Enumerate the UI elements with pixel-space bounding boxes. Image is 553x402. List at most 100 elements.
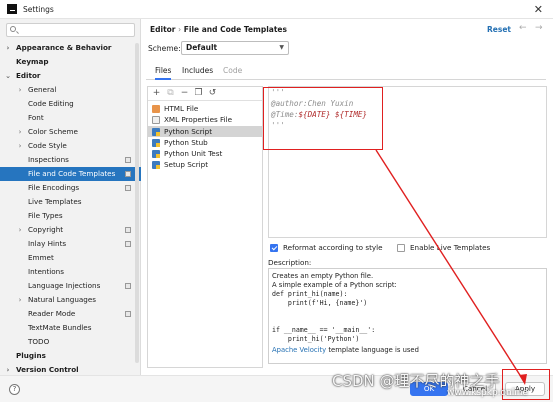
sidebar-item-label: File and Code Templates [28,169,116,178]
sidebar-item-label: Copyright [28,225,64,234]
sidebar-item[interactable]: File and Code Templates [0,167,141,181]
sidebar-item-label: Inspections [28,155,69,164]
chevron-down-icon: ▼ [279,44,284,51]
template-label: Python Script [164,126,213,136]
add-template-icon[interactable]: + [151,88,162,99]
project-scope-icon [125,185,131,191]
reset-template-icon[interactable]: ↺ [207,88,218,99]
sidebar-item[interactable]: File Types [0,209,141,223]
sidebar-item-label: Inlay Hints [28,239,67,248]
sidebar-item[interactable]: › Appearance & Behavior [0,41,141,55]
project-scope-icon [125,283,131,289]
chevron-right-icon[interactable]: › [4,41,12,55]
annotation-box-apply [502,369,550,400]
sidebar-item-label: Color Scheme [28,127,78,136]
sidebar-item[interactable]: › Natural Languages [0,293,141,307]
sidebar-item-label: Intentions [28,267,64,276]
sidebar-item-label: Code Editing [28,99,74,108]
sidebar-item[interactable]: Inspections [0,153,141,167]
sidebar-item-label: General [28,85,57,94]
sidebar-item-label: Keymap [16,57,49,66]
sidebar-item[interactable]: Plugins [0,349,141,363]
tab-files[interactable]: Files [155,66,172,80]
sidebar-item[interactable]: Font [0,111,141,125]
description-label: Description: [268,258,312,267]
chevron-down-icon[interactable]: ⌄ [4,69,12,83]
ok-button[interactable]: OK [410,382,448,396]
scheme-select[interactable]: Default ▼ [181,41,289,55]
template-label: Python Unit Test [164,149,223,159]
sidebar-item-label: Editor [16,71,41,80]
chevron-right-icon[interactable]: › [16,293,24,307]
chevron-right-icon[interactable]: › [16,223,24,237]
sidebar-scrollbar[interactable] [135,43,139,363]
sidebar-item[interactable]: TextMate Bundles [0,321,141,335]
breadcrumb-parent[interactable]: Editor [150,25,176,34]
back-arrow-icon[interactable]: ← [519,23,527,33]
template-list-item[interactable]: HTML File [148,103,262,114]
sidebar-item[interactable]: Inlay Hints [0,237,141,251]
velocity-link[interactable]: Apache Velocity [272,346,326,354]
template-list-item[interactable]: Python Script [148,125,262,137]
sidebar-item[interactable]: Emmet [0,251,141,265]
sidebar-item[interactable]: Live Templates [0,195,141,209]
template-list-item[interactable]: Setup Script [148,159,262,170]
description-code-line: if __name__ == '__main__': [272,326,376,334]
close-icon[interactable]: ✕ [534,3,543,16]
app-icon [7,4,17,14]
tab-code[interactable]: Code [223,66,242,75]
settings-header: Editor › File and Code Templates Reset ←… [146,23,546,37]
description-code-line: print_hi('Python') [272,335,360,343]
sidebar-item-label: Emmet [28,253,54,262]
reformat-option[interactable]: Reformat according to style [270,243,383,252]
sidebar-item[interactable]: › Copyright [0,223,141,237]
sidebar-item[interactable]: › Code Style [0,139,141,153]
help-icon[interactable]: ? [9,384,20,395]
sidebar-item[interactable]: TODO [0,335,141,349]
live-templates-option[interactable]: Enable Live Templates [397,243,490,252]
py-file-icon [152,150,160,159]
template-toolbar: + ⧉ − ❐ ↺ [148,87,262,101]
search-icon [10,26,16,32]
sidebar-item[interactable]: Keymap [0,55,141,69]
tab-includes[interactable]: Includes [182,66,213,75]
sidebar-item-label: Font [28,113,44,122]
description-box: Creates an empty Python file. A simple e… [268,268,547,364]
sidebar-item[interactable]: Language Injections [0,279,141,293]
description-line: Creates an empty Python file. [272,272,374,280]
project-scope-icon [125,171,131,177]
template-list-item[interactable]: Python Unit Test [148,148,262,159]
project-scope-icon [125,227,131,233]
remove-template-icon[interactable]: − [179,88,190,99]
reformat-checkbox[interactable] [270,243,278,252]
duplicate-template-icon[interactable]: ❐ [193,88,204,99]
chevron-right-icon[interactable]: › [16,83,24,97]
forward-arrow-icon[interactable]: → [535,23,543,33]
sidebar-item[interactable]: Reader Mode [0,307,141,321]
sidebar-item[interactable]: Intentions [0,265,141,279]
settings-tree: › Appearance & Behavior Keymap ⌄ Editor › Gene… [0,41,141,377]
copy-template-icon[interactable]: ⧉ [165,88,176,99]
chevron-right-icon[interactable]: › [16,125,24,139]
chevron-right-icon[interactable]: › [16,139,24,153]
sidebar-item-label: Language Injections [28,281,101,290]
sidebar-item[interactable]: › Color Scheme [0,125,141,139]
template-list-pane: + ⧉ − ❐ ↺ HTML File XML Properties File Py… [147,86,263,368]
py-file-icon [152,127,160,136]
sidebar-item[interactable]: › General [0,83,141,97]
settings-sidebar: › Appearance & Behavior Keymap ⌄ Editor › Gene… [0,19,141,375]
template-list-item[interactable]: Python Stub [148,137,262,148]
template-label: Python Stub [164,137,208,147]
sidebar-item-label: Plugins [16,351,46,360]
live-templates-checkbox[interactable] [397,243,405,252]
template-label: HTML File [164,104,199,113]
cancel-button[interactable]: Cancel [454,382,496,396]
template-list-item[interactable]: XML Properties File [148,114,262,125]
reset-link[interactable]: Reset [487,25,511,34]
sidebar-item[interactable]: File Encodings [0,181,141,195]
sidebar-item[interactable]: Code Editing [0,97,141,111]
settings-search-input[interactable] [6,23,135,37]
breadcrumb-current: File and Code Templates [183,25,287,34]
sidebar-item[interactable]: ⌄ Editor [0,69,141,83]
description-code-line [272,308,543,317]
